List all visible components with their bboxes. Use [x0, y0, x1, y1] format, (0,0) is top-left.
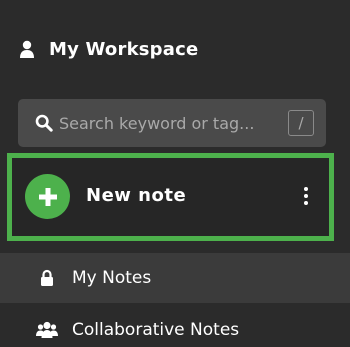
workspace-title: My Workspace: [49, 38, 199, 60]
sidebar-item-label: Collaborative Notes: [72, 320, 240, 340]
sidebar-item-my-notes[interactable]: My Notes: [0, 253, 350, 303]
lock-icon: [36, 268, 58, 288]
search-box[interactable]: /: [18, 99, 326, 147]
kebab-menu-icon[interactable]: [301, 184, 311, 208]
user-icon: [19, 40, 35, 58]
users-icon: [36, 320, 58, 340]
search-shortcut-hint: /: [288, 110, 314, 136]
new-note-button[interactable]: New note: [7, 153, 334, 241]
search-input[interactable]: [59, 113, 288, 133]
search-icon: [35, 114, 53, 132]
new-note-label: New note: [86, 185, 187, 206]
workspace-header[interactable]: My Workspace: [19, 35, 198, 63]
sidebar-item-collaborative-notes[interactable]: Collaborative Notes: [0, 305, 350, 347]
sidebar: My Workspace / New note: [0, 0, 350, 347]
sidebar-item-label: My Notes: [72, 268, 152, 288]
plus-icon: [25, 174, 70, 219]
